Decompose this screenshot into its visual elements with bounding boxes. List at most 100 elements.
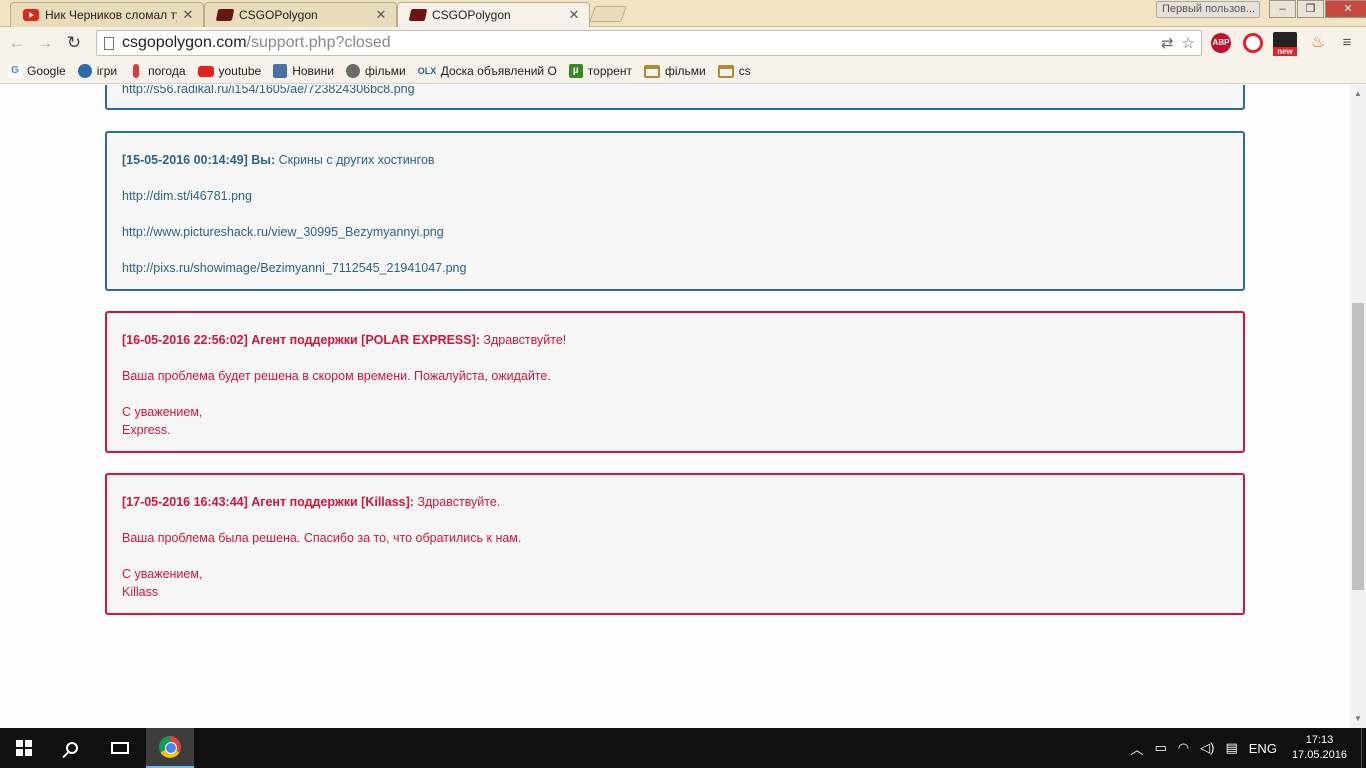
image-link[interactable]: http://www.pictureshack.ru/view_30995_Be… [122,225,444,239]
ticket-message-agent: [16-05-2016 22:56:02] Агент поддержки [P… [105,311,1245,453]
bookmark-label: Google [27,64,66,78]
close-icon[interactable]: ✕ [181,7,195,23]
browser-toolbar: ← → ↻ csgopolygon.com/support.php?closed… [0,27,1366,59]
battery-icon[interactable]: ▭ [1155,740,1167,756]
show-desktop-button[interactable] [1361,728,1366,768]
youtube-icon [197,65,214,77]
bookmark-label: Новини [292,64,334,78]
film-icon [345,64,360,78]
volume-icon[interactable]: ◁) [1200,740,1214,756]
maximize-button[interactable]: ❐ [1297,0,1324,18]
page-viewport: http://s56.radikal.ru/i154/1605/ae/72382… [0,85,1350,728]
clock-date: 17.05.2016 [1291,749,1347,761]
close-icon[interactable]: ✕ [374,7,388,23]
clock[interactable]: 17:13 17.05.2016 [1292,733,1347,763]
reload-icon[interactable]: ↻ [63,32,85,54]
tab-youtube[interactable]: Ник Черников сломал ту ✕ [10,2,204,27]
globe-icon [77,64,92,78]
page-icon [104,36,114,50]
windows-logo-icon [16,740,32,756]
windows-taskbar: ︿ ▭ ◠ ◁) ▤ ENG 17:13 17.05.2016 [0,728,1366,768]
task-view-button[interactable] [96,728,144,768]
scroll-up-arrow-icon[interactable]: ▲ [1350,87,1366,101]
message-header: [17-05-2016 16:43:44] Агент поддержки [K… [122,495,414,509]
vertical-scrollbar[interactable]: ▲ ▼ [1350,85,1366,728]
opera-extension-icon[interactable] [1243,33,1263,53]
start-button[interactable] [0,728,48,768]
image-link[interactable]: http://dim.st/i46781.png [122,189,252,203]
bookmark-star-icon[interactable]: ☆ [1182,34,1195,52]
bookmark-pogoda[interactable]: погода [129,64,186,78]
ticket-message-user: [15-05-2016 00:14:49] Вы: Скрины с други… [105,131,1245,291]
close-icon[interactable]: ✕ [567,7,581,23]
wifi-icon[interactable]: ◠ [1178,740,1189,756]
torrent-icon: µ [568,64,583,78]
bookmark-label: youtube [218,64,262,78]
url-path: /support.php?closed [246,34,391,51]
url-host: csgopolygon.com [122,34,247,51]
image-link[interactable]: http://s56.radikal.ru/i154/1605/ae/72382… [122,85,415,96]
youtube-icon [23,9,39,21]
search-icon [66,742,78,754]
address-bar[interactable]: csgopolygon.com/support.php?closed ⇄ ☆ [96,30,1202,56]
taskbar-chrome[interactable] [146,728,194,768]
scroll-down-arrow-icon[interactable]: ▼ [1350,712,1366,726]
chevron-up-icon[interactable]: ︿ [1130,739,1143,758]
tab-title: CSGOPolygon [239,8,318,22]
bookmark-igri[interactable]: ігри [77,64,117,78]
bookmark-label: погода [148,64,186,78]
bookmark-google[interactable]: G Google [8,64,66,78]
bookmark-label: Доска объявлений О [440,64,557,78]
new-tab-button[interactable] [589,6,627,22]
bookmark-novyny[interactable]: Новини [273,64,334,78]
message-text: Здравствуйте! [479,333,567,347]
clock-time: 17:13 [1305,734,1334,746]
tab-csgopolygon-active[interactable]: CSGOPolygon ✕ [397,2,590,27]
bookmark-label: фільми [664,64,706,78]
chrome-menu-icon[interactable]: ≡ [1338,33,1356,53]
adblock-plus-icon[interactable]: ABP [1211,33,1231,53]
folder-icon [717,64,734,78]
window-controls: – ❐ ✕ [1268,0,1366,18]
close-window-button[interactable]: ✕ [1325,0,1366,18]
ticket-message-agent: [17-05-2016 16:43:44] Агент поддержки [K… [105,473,1245,615]
message-signature: С уважением, [122,567,203,581]
ticket-message-user: http://s56.radikal.ru/i154/1605/ae/72382… [105,85,1245,110]
message-body: Ваша проблема была решена. Спасибо за то… [122,531,522,545]
chrome-icon [159,736,181,758]
fire-extension-icon[interactable]: ♨ [1308,33,1328,53]
bookmarks-bar: G Google ігри погода youtube Новини фільм… [0,59,1366,84]
csgopolygon-icon [215,9,235,21]
google-icon: G [8,64,22,78]
csgopolygon-icon [408,9,428,21]
new-mail-icon[interactable]: new [1273,32,1297,56]
bookmark-folder-filmy[interactable]: фільми [643,64,706,78]
language-indicator[interactable]: ENG [1249,741,1277,756]
bookmark-torrent[interactable]: µ торрент [568,64,632,78]
bookmark-label: cs [738,64,751,78]
forward-arrow-icon[interactable]: → [34,32,56,54]
search-button[interactable] [48,728,96,768]
back-arrow-icon[interactable]: ← [6,32,28,54]
profile-button[interactable]: Первый пользов... [1156,1,1260,18]
system-tray: ︿ ▭ ◠ ◁) ▤ ENG 17:13 17.05.2016 [1130,728,1366,768]
bookmark-olx[interactable]: OLX Доска объявлений О [418,64,557,78]
message-header: [16-05-2016 22:56:02] Агент поддержки [P… [122,333,480,347]
bookmark-label: торрент [587,64,632,78]
olx-icon: OLX [417,66,437,76]
bookmark-filmy[interactable]: фільми [345,64,406,78]
minimize-button[interactable]: – [1269,0,1296,18]
image-link[interactable]: http://pixs.ru/showimage/Bezimyanni_7112… [122,261,466,275]
tab-csgopolygon-1[interactable]: CSGOPolygon ✕ [204,2,397,27]
message-text: Здравствуйте. [413,495,501,509]
translate-icon[interactable]: ⇄ [1161,34,1174,52]
message-text: Скрины с других хостингов [275,153,435,167]
tab-title: CSGOPolygon [432,8,511,22]
message-header: [15-05-2016 00:14:49] Вы: [122,153,276,167]
bookmark-folder-cs[interactable]: cs [717,64,751,78]
bookmark-youtube[interactable]: youtube [197,64,262,78]
folder-icon [643,64,660,78]
scrollbar-thumb[interactable] [1352,303,1364,590]
notification-icon[interactable]: ▤ [1225,740,1237,756]
tab-strip: Ник Черников сломал ту ✕ CSGOPolygon ✕ C… [0,0,1366,27]
